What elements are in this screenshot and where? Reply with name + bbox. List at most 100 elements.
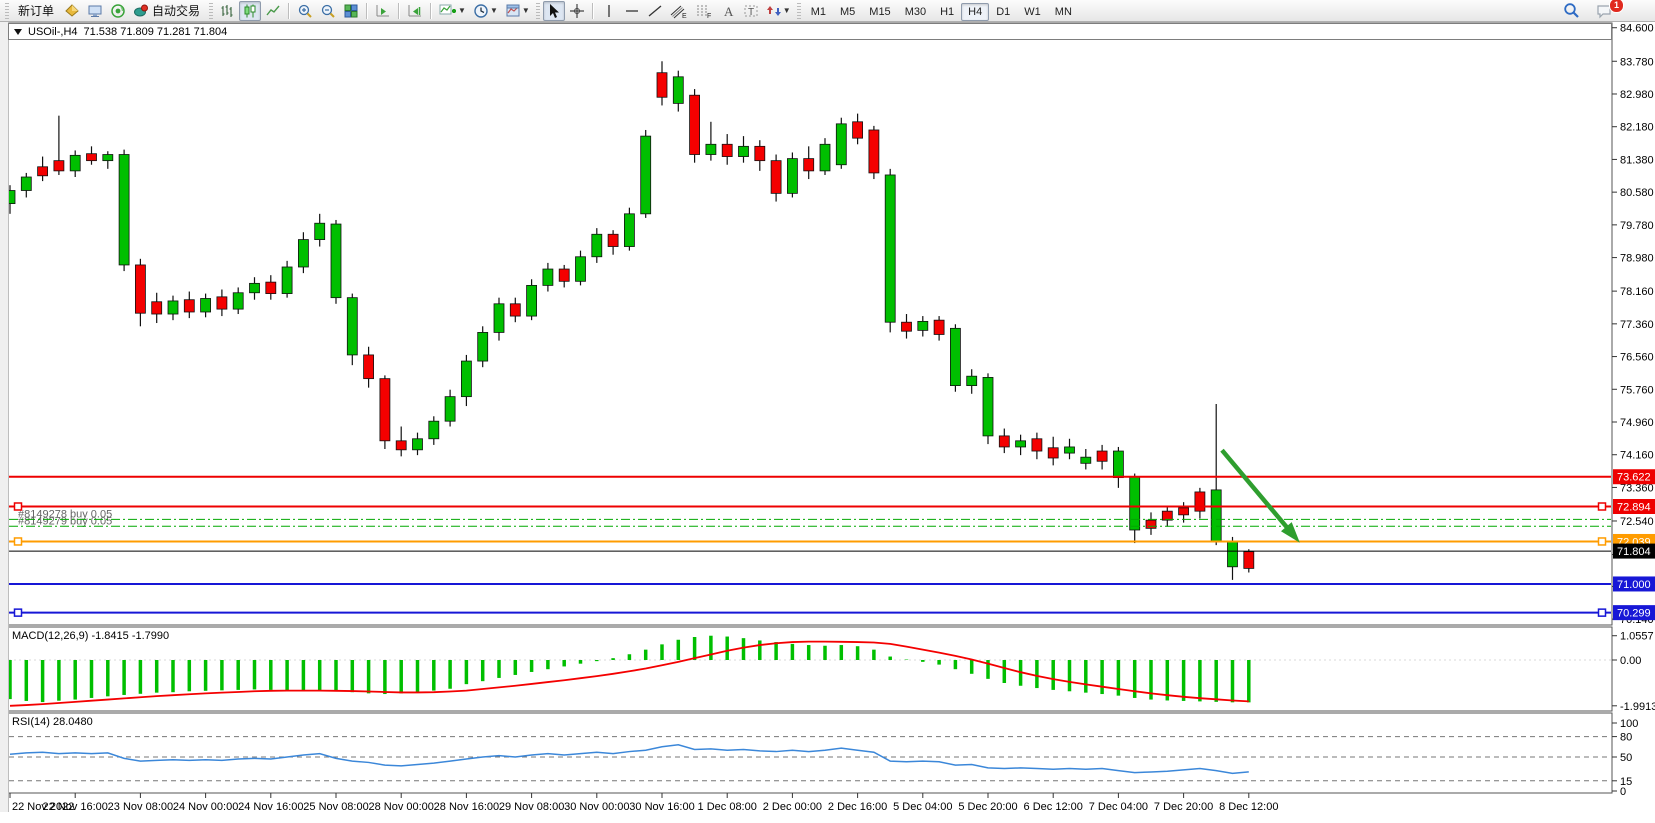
rsi-axis-label: 50: [1620, 752, 1632, 764]
candle: [543, 269, 553, 285]
indicators-icon[interactable]: ▼: [436, 1, 469, 21]
timeframe-button-m5[interactable]: M5: [833, 3, 862, 21]
timeframe-toolbar: M1M5M15M30H1H4D1W1MN: [804, 2, 1079, 20]
terminal-icon[interactable]: [84, 1, 106, 21]
candle: [771, 161, 781, 194]
timeframe-button-m30[interactable]: M30: [898, 3, 933, 21]
text-tool-icon[interactable]: A: [717, 1, 739, 21]
zoom-in-icon[interactable]: [294, 1, 316, 21]
timeframe-button-w1[interactable]: W1: [1017, 3, 1048, 21]
order-line-labels: #8149278 buy 0.05#8149279 buy 0.05: [18, 508, 112, 527]
price-flag-label: 73.622: [1617, 472, 1651, 484]
price-tick-label: 74.960: [1620, 417, 1654, 429]
bottom-margin: [0, 812, 1655, 823]
candle: [103, 155, 113, 161]
candle: [396, 441, 406, 450]
candle: [168, 301, 178, 314]
line-chart-mode-icon[interactable]: [262, 1, 284, 21]
crosshair-tool-icon[interactable]: [566, 1, 588, 21]
arrows-dropdown-caret[interactable]: ▼: [783, 6, 791, 15]
candle: [70, 155, 80, 171]
candle: [624, 214, 634, 247]
line-selection-marker[interactable]: [15, 538, 22, 545]
text-label-tool-icon[interactable]: T: [740, 1, 762, 21]
search-icon[interactable]: [1560, 1, 1583, 21]
vertical-line-tool-icon[interactable]: [598, 1, 620, 21]
tile-windows-icon[interactable]: [340, 1, 362, 21]
candle: [510, 304, 520, 316]
candle: [527, 285, 537, 316]
candle: [461, 361, 471, 397]
auto-trading-button[interactable]: 自动交易: [130, 1, 206, 21]
chart-canvas[interactable]: #8149278 buy 0.05#8149279 buy 0.05 84.600…: [0, 22, 1655, 823]
macd-indicator-label: MACD(12,26,9) -1.8415 -1.7990: [12, 630, 169, 642]
candle: [690, 95, 700, 154]
templates-dropdown-caret[interactable]: ▼: [522, 6, 530, 15]
candle: [1016, 441, 1026, 447]
indicators-dropdown-caret[interactable]: ▼: [458, 6, 466, 15]
candle: [657, 73, 667, 98]
toolbar-separator: [398, 3, 400, 19]
candle: [21, 177, 31, 190]
price-tick-label: 84.600: [1620, 23, 1654, 35]
toolbar-grip: [209, 3, 213, 19]
candle: [1195, 492, 1205, 511]
periods-dropdown-caret[interactable]: ▼: [490, 6, 498, 15]
timeframe-button-mn[interactable]: MN: [1048, 3, 1079, 21]
fibonacci-tool-icon[interactable]: F: [692, 1, 716, 21]
candle: [804, 159, 814, 171]
line-selection-marker[interactable]: [1599, 503, 1606, 510]
trendline-tool-icon[interactable]: [644, 1, 666, 21]
timeframe-button-m15[interactable]: M15: [862, 3, 897, 21]
auto-trading-label: 自动交易: [149, 2, 203, 19]
price-flag-label: 71.000: [1617, 579, 1651, 591]
candle: [429, 421, 439, 439]
price-tick-label: 81.380: [1620, 154, 1654, 166]
chart-shift-icon[interactable]: [404, 1, 426, 21]
line-selection-marker[interactable]: [1599, 609, 1606, 616]
timeframe-button-d1[interactable]: D1: [989, 3, 1017, 21]
one-click-trading-expander-icon[interactable]: [14, 29, 22, 35]
candle: [739, 146, 749, 156]
candle: [1048, 448, 1058, 458]
price-tick-label: 76.560: [1620, 352, 1654, 364]
candle: [445, 397, 455, 422]
templates-icon[interactable]: ▼: [502, 1, 533, 21]
candle: [1113, 451, 1123, 478]
line-selection-marker[interactable]: [15, 503, 22, 510]
time-axis[interactable]: 22 Nov 202222 Nov 16:0023 Nov 08:0024 No…: [10, 793, 1278, 813]
new-order-button[interactable]: 新订单: [12, 1, 60, 21]
price-flag-label: 71.804: [1617, 546, 1651, 558]
candle: [1097, 451, 1107, 461]
candle: [722, 144, 732, 156]
candle: [1228, 541, 1238, 566]
timeframe-button-m1[interactable]: M1: [804, 3, 833, 21]
periods-icon[interactable]: ▼: [470, 1, 501, 21]
candle: [755, 146, 765, 160]
price-axis: 84.60083.78082.98082.18081.38080.58079.7…: [1612, 23, 1655, 626]
price-tick-label: 78.980: [1620, 253, 1654, 265]
candle: [918, 321, 928, 330]
timeframe-button-h4[interactable]: H4: [961, 3, 989, 21]
chat-icon[interactable]: 1: [1593, 1, 1617, 21]
horizontal-line-tool-icon[interactable]: [621, 1, 643, 21]
zoom-out-icon[interactable]: [317, 1, 339, 21]
line-selection-marker[interactable]: [15, 609, 22, 616]
chart-area[interactable]: #8149278 buy 0.05#8149279 buy 0.05 84.600…: [0, 22, 1655, 823]
price-tick-label: 77.360: [1620, 319, 1654, 331]
line-selection-marker[interactable]: [1599, 538, 1606, 545]
market-watch-icon[interactable]: [61, 1, 83, 21]
timeframe-button-h1[interactable]: H1: [933, 3, 961, 21]
cursor-tool-icon[interactable]: [543, 1, 565, 21]
bar-chart-mode-icon[interactable]: [216, 1, 238, 21]
signals-icon[interactable]: [107, 1, 129, 21]
arrows-tool-icon[interactable]: ▼: [763, 1, 794, 21]
rsi-indicator-label: RSI(14) 28.0480: [12, 716, 93, 728]
candle: [38, 167, 48, 176]
candle: [347, 298, 357, 355]
price-tick-label: 82.180: [1620, 122, 1654, 134]
auto-scroll-icon[interactable]: [372, 1, 394, 21]
candlestick-mode-icon[interactable]: [239, 1, 261, 21]
macd-axis-label: -1.9913: [1620, 701, 1655, 713]
channel-tool-icon[interactable]: E: [667, 1, 691, 21]
